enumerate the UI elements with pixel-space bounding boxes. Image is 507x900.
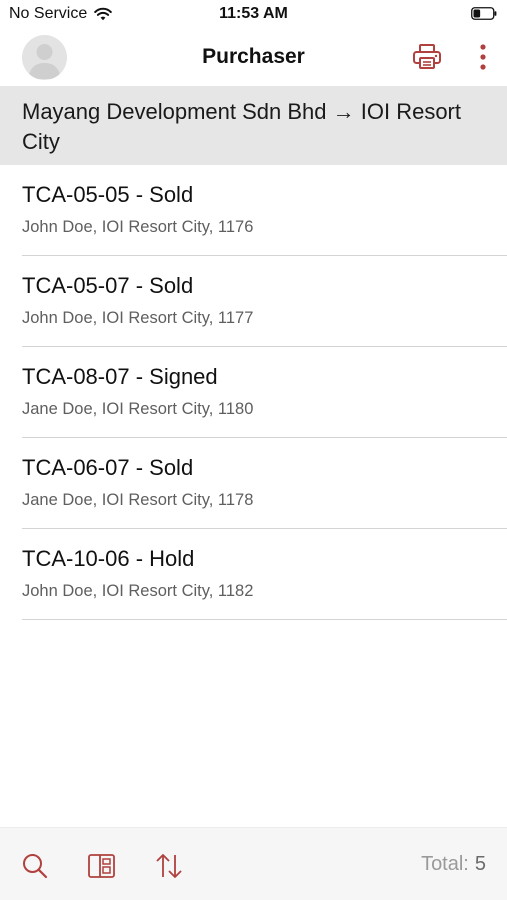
sort-icon [156, 854, 182, 878]
total-count: 5 [474, 853, 486, 875]
list-item-subtitle: John Doe, IOI Resort City, 1176 [22, 218, 254, 236]
total-count-label: Total: 5 [421, 853, 486, 876]
status-time: 11:53 AM [219, 5, 288, 22]
status-bar: No Service 11:53 AM [0, 0, 507, 30]
layout-button[interactable] [86, 850, 118, 882]
bottom-toolbar: Total: 5 [0, 827, 507, 900]
list-item-subtitle: Jane Doe, IOI Resort City, 1178 [22, 491, 254, 509]
list-item[interactable]: TCA-06-07 - Sold Jane Doe, IOI Resort Ci… [0, 438, 507, 529]
more-vertical-icon [480, 44, 486, 70]
list-item-title: TCA-08-07 - Signed [22, 364, 218, 389]
list-item[interactable]: TCA-05-05 - Sold John Doe, IOI Resort Ci… [0, 165, 507, 256]
layout-icon [88, 854, 115, 878]
list-item-title: TCA-05-05 - Sold [22, 182, 194, 207]
battery-icon [471, 7, 497, 20]
screen: No Service 11:53 AM Purchaser Mayang Dev… [0, 0, 507, 900]
list-item-title: TCA-06-07 - Sold [22, 455, 194, 480]
total-label: Total: [421, 853, 469, 875]
divider [22, 619, 507, 620]
list-item[interactable]: TCA-05-07 - Sold John Doe, IOI Resort Ci… [0, 256, 507, 347]
nav-bar: Purchaser [0, 30, 507, 86]
list-item-subtitle: John Doe, IOI Resort City, 1177 [22, 309, 254, 327]
list-item-subtitle: John Doe, IOI Resort City, 1182 [22, 582, 254, 600]
list-item[interactable]: TCA-10-06 - Hold John Doe, IOI Resort Ci… [0, 529, 507, 620]
purchaser-list: TCA-05-05 - Sold John Doe, IOI Resort Ci… [0, 165, 507, 620]
print-button[interactable] [411, 42, 443, 72]
section-header: Mayang Development Sdn Bhd → IOI Resort … [0, 86, 507, 165]
list-item[interactable]: TCA-08-07 - Signed Jane Doe, IOI Resort … [0, 347, 507, 438]
printer-icon [413, 44, 441, 69]
more-options-button[interactable] [474, 42, 492, 72]
search-button[interactable] [19, 850, 51, 882]
list-item-title: TCA-10-06 - Hold [22, 546, 195, 571]
list-item-title: TCA-05-07 - Sold [22, 273, 194, 298]
sort-button[interactable] [153, 850, 185, 882]
list-item-subtitle: Jane Doe, IOI Resort City, 1180 [22, 400, 254, 418]
search-icon [23, 854, 48, 879]
